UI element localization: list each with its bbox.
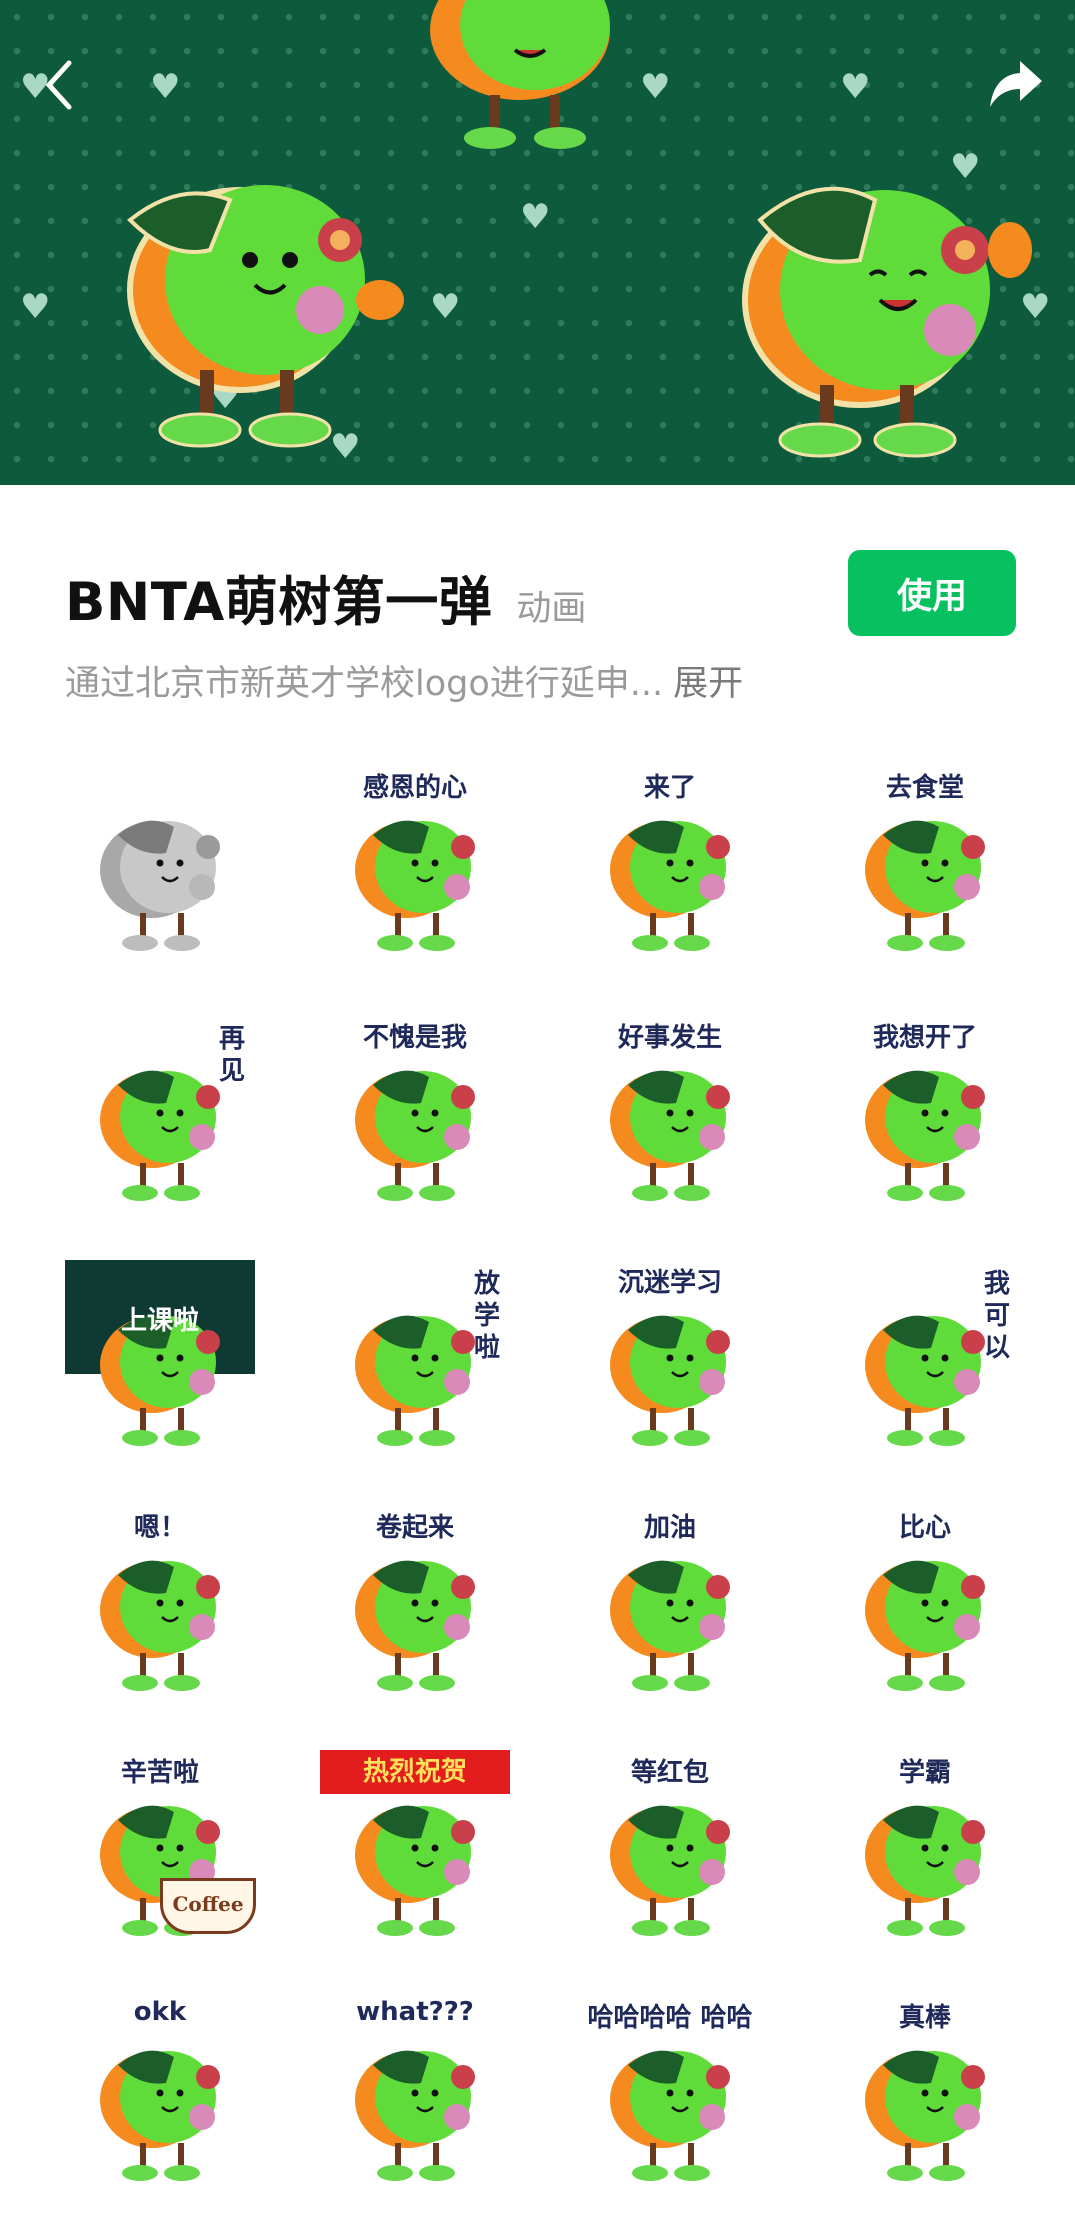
mascot-icon	[355, 2050, 475, 2181]
sticker-caption: what???	[356, 1997, 474, 2027]
heart-icon: ♥	[430, 287, 461, 327]
mascot-icon	[610, 1560, 730, 1691]
pack-type-tag: 动画	[516, 589, 587, 629]
sticker-caption: 学霸	[898, 1758, 951, 1788]
share-arrow-icon	[990, 61, 1042, 107]
sticker-item[interactable]: 我可以	[830, 1260, 1020, 1450]
sticker-caption: 比心	[898, 1513, 951, 1543]
heart-icon: ♥	[20, 287, 51, 327]
sticker-caption: 沉迷学习	[617, 1268, 722, 1298]
pack-description: 通过北京市新英才学校logo进行延申... 展开	[65, 655, 743, 706]
sticker-item[interactable]: 好事发生	[575, 1015, 765, 1205]
mascot-icon	[100, 2050, 220, 2181]
sticker-caption: okk	[133, 1997, 187, 2027]
sticker-caption: 我想开了	[872, 1023, 977, 1053]
sticker-item[interactable]: 再见	[65, 1015, 255, 1205]
coffee-cup-label: Coffee	[160, 1878, 256, 1934]
sticker-item[interactable]: 上课啦	[65, 1260, 255, 1450]
sticker-caption: 加油	[643, 1513, 696, 1543]
sticker-item[interactable]: 等红包	[575, 1750, 765, 1940]
sticker-item[interactable]: 不愧是我	[320, 1015, 510, 1205]
mascot-icon	[610, 1315, 730, 1446]
heart-icon: ♥	[520, 197, 551, 237]
sticker-item[interactable]	[65, 765, 255, 955]
sticker-item[interactable]: 哈哈哈哈 哈哈	[575, 1995, 765, 2185]
sticker-item[interactable]: 嗯！	[65, 1505, 255, 1695]
mascot-icon	[865, 820, 985, 951]
sticker-item[interactable]: 来了	[575, 765, 765, 955]
sticker-item[interactable]: 感恩的心	[320, 765, 510, 955]
mascot-icon	[355, 1560, 475, 1691]
mascot-icon	[865, 1560, 985, 1691]
sticker-item[interactable]: 卷起来	[320, 1505, 510, 1695]
sticker-item[interactable]: 辛苦啦 Coffee	[65, 1750, 256, 1940]
sticker-caption: 辛苦啦	[120, 1758, 199, 1788]
mascot-icon	[865, 1070, 985, 1201]
banner-image: ♥ ♥ ♥ ♥ ♥ ♥ ♥ ♥ ♥ ♥ ♥	[0, 0, 1075, 485]
mascot-icon	[610, 1805, 730, 1936]
pack-title: BNTA萌树第一弹	[65, 572, 493, 633]
sticker-item[interactable]: 放学啦	[320, 1260, 510, 1450]
sticker-caption: 好事发生	[617, 1023, 722, 1053]
mascot-icon	[865, 1315, 985, 1446]
chevron-left-icon	[45, 60, 72, 110]
sticker-caption: 上课啦	[120, 1306, 199, 1336]
sticker-item[interactable]: 热烈祝贺	[320, 1750, 510, 1940]
sticker-item[interactable]: 比心	[830, 1505, 1020, 1695]
sticker-caption: 不愧是我	[362, 1023, 467, 1053]
mascot-icon	[355, 1070, 475, 1201]
mascot-icon	[610, 2050, 730, 2181]
sticker-caption: 热烈祝贺	[320, 1750, 510, 1794]
back-button[interactable]	[14, 40, 104, 130]
mascot-illustration	[742, 186, 1032, 458]
sticker-item[interactable]: 真棒	[830, 1995, 1020, 2185]
sticker-caption: 嗯！	[133, 1513, 186, 1543]
heart-icon: ♥	[150, 67, 181, 107]
mascot-icon	[100, 1070, 220, 1201]
expand-link[interactable]: 展开	[673, 664, 743, 704]
sticker-caption: 哈哈哈哈 哈哈	[587, 2003, 753, 2033]
mascot-icon	[355, 1315, 475, 1446]
sticker-caption: 来了	[643, 773, 696, 803]
sticker-caption: 放学啦	[473, 1269, 500, 1363]
sticker-item[interactable]: what???	[320, 1995, 510, 2185]
sticker-caption: 真棒	[898, 2003, 951, 2033]
sticker-item[interactable]: 学霸	[830, 1750, 1020, 1940]
sticker-caption: 卷起来	[375, 1513, 454, 1543]
sticker-caption: 再见	[218, 1024, 245, 1086]
mascot-icon	[100, 1560, 220, 1691]
mascot-icon	[865, 1805, 985, 1936]
pack-header: BNTA萌树第一弹 动画	[65, 560, 586, 636]
sticker-caption: 感恩的心	[362, 773, 467, 803]
mascot-illustration	[430, 0, 610, 149]
mascot-icon	[865, 2050, 985, 2181]
sticker-caption: 等红包	[630, 1758, 709, 1788]
sticker-caption: 去食堂	[885, 773, 964, 803]
mascot-icon	[355, 820, 475, 951]
mascot-icon	[355, 1805, 475, 1936]
sticker-item[interactable]: 去食堂	[830, 765, 1020, 955]
mascot-icon	[610, 1070, 730, 1201]
sticker-item[interactable]: 我想开了	[830, 1015, 1020, 1205]
sticker-item[interactable]: 沉迷学习	[575, 1260, 765, 1450]
heart-icon: ♥	[640, 67, 671, 107]
mascot-illustration	[127, 185, 404, 448]
share-button[interactable]	[971, 40, 1061, 130]
mascot-icon	[100, 820, 220, 951]
description-text: 通过北京市新英才学校logo进行延申...	[65, 664, 664, 704]
sticker-item[interactable]: okk	[65, 1995, 255, 2185]
heart-icon: ♥	[840, 67, 871, 107]
sticker-item[interactable]: 加油	[575, 1505, 765, 1695]
use-button[interactable]: 使用	[848, 550, 1016, 636]
mascot-icon	[610, 820, 730, 951]
sticker-caption: 我可以	[983, 1269, 1010, 1363]
